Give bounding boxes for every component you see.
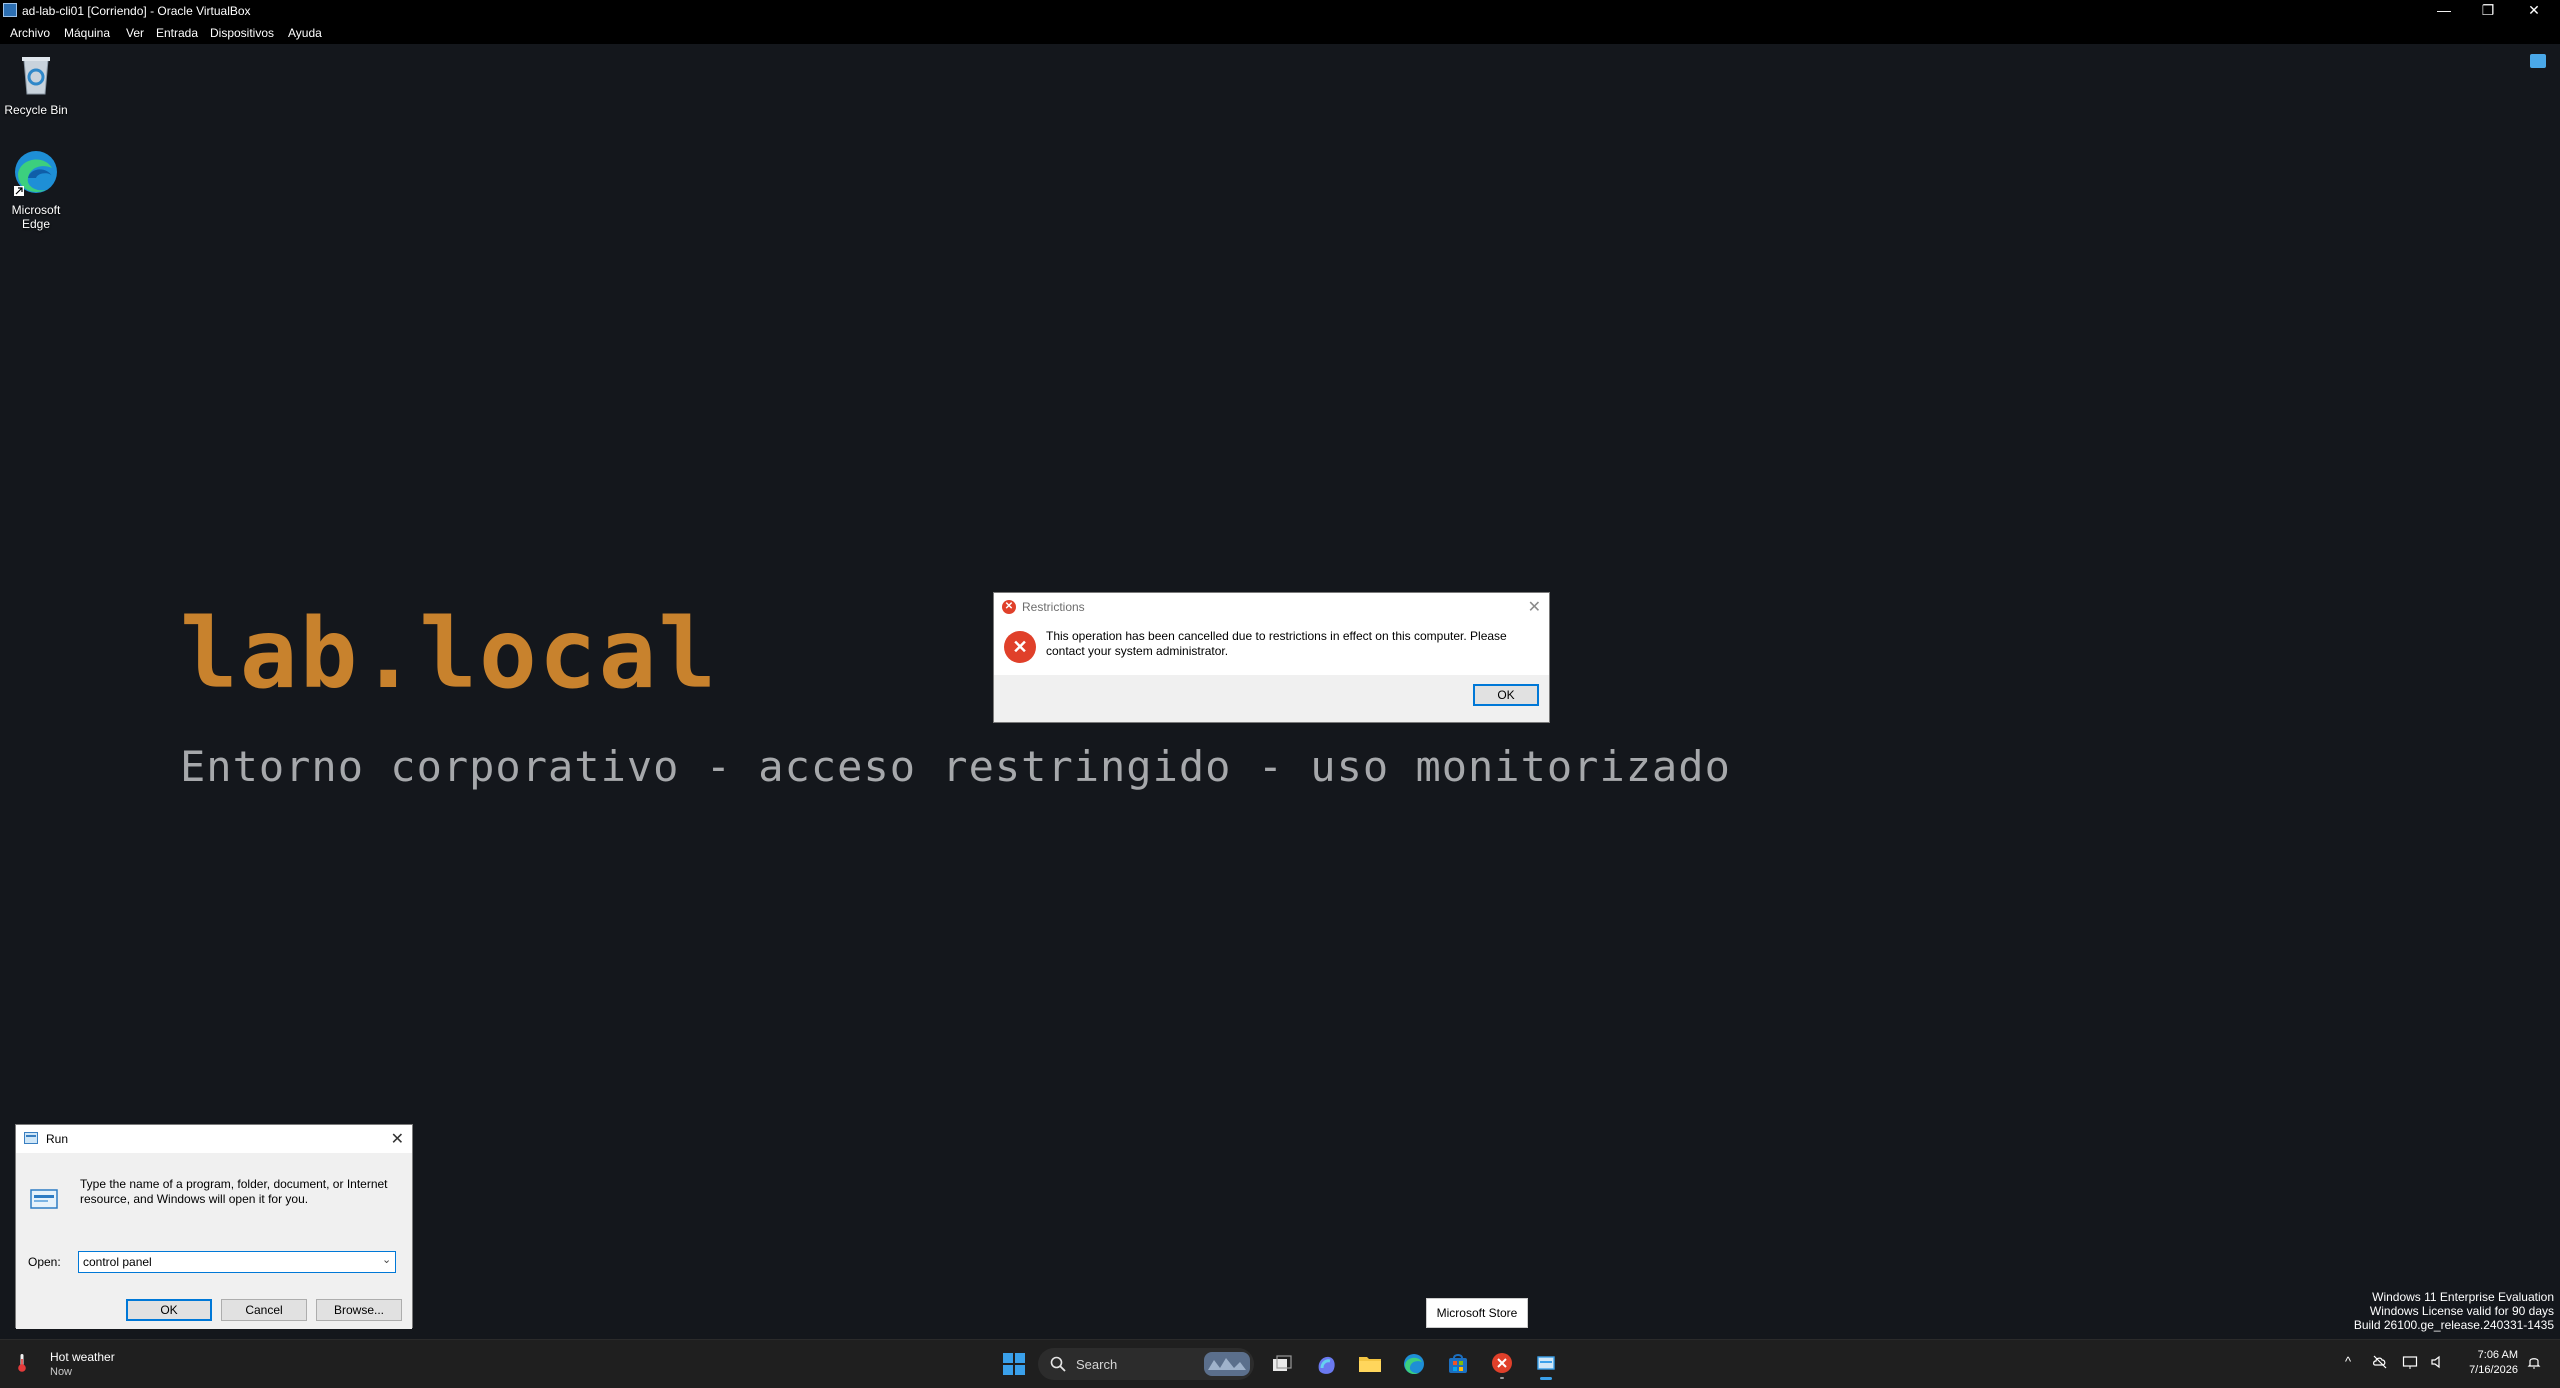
taskbar-search[interactable]: Search xyxy=(1038,1348,1254,1380)
run-description: Type the name of a program, folder, docu… xyxy=(80,1177,388,1206)
run-cancel-button[interactable]: Cancel xyxy=(221,1299,307,1321)
run-close-button[interactable]: ✕ xyxy=(391,1129,404,1149)
restrictions-ok-button[interactable]: OK xyxy=(1473,684,1539,706)
edge-taskbar-button[interactable] xyxy=(1397,1348,1431,1380)
volume-icon[interactable] xyxy=(2428,1354,2448,1374)
run-open-input[interactable] xyxy=(78,1251,396,1273)
vbox-titlebar: ad-lab-cli01 [Corriendo] - Oracle Virtua… xyxy=(0,0,2560,22)
windows-watermark: Windows 11 Enterprise Evaluation Windows… xyxy=(2354,1290,2554,1332)
window-title: ad-lab-cli01 [Corriendo] - Oracle Virtua… xyxy=(22,4,251,18)
search-placeholder: Search xyxy=(1076,1357,1118,1372)
run-open-label: Open: xyxy=(28,1255,61,1269)
restore-button[interactable]: ❐ xyxy=(2468,0,2508,22)
vbox-menubar: Archivo Máquina Ver Entrada Dispositivos… xyxy=(0,22,2560,44)
run-titlebar: Run ✕ xyxy=(16,1125,412,1153)
weather-subtitle: Now xyxy=(50,1366,73,1378)
store-tooltip: Microsoft Store xyxy=(1426,1298,1528,1328)
run-title: Run xyxy=(46,1132,69,1146)
notification-icon[interactable] xyxy=(2530,54,2546,68)
close-button[interactable]: ✕ xyxy=(2514,0,2554,22)
edge-taskbar-icon xyxy=(1404,1354,1424,1375)
task-view-button[interactable] xyxy=(1264,1348,1298,1380)
recycle-bin-label: Recycle Bin xyxy=(4,103,68,117)
store-icon xyxy=(1449,1354,1467,1373)
error-taskbar-button[interactable] xyxy=(1485,1348,1519,1380)
desktop-icon-recycle-bin[interactable]: Recycle Bin xyxy=(0,52,72,117)
menu-dispositivos[interactable]: Dispositivos xyxy=(210,26,274,40)
weather-title: Hot weather xyxy=(50,1350,115,1364)
brand-title: lab.local xyxy=(180,598,719,710)
clock-date: 7/16/2026 xyxy=(2469,1364,2518,1376)
run-small-icon xyxy=(24,1132,38,1144)
file-explorer-button[interactable] xyxy=(1353,1348,1387,1380)
folder-icon xyxy=(1359,1357,1381,1372)
search-icon xyxy=(1050,1356,1066,1372)
error-taskbar-icon xyxy=(1492,1353,1512,1379)
menu-archivo[interactable]: Archivo xyxy=(10,26,50,40)
copilot-icon xyxy=(1318,1356,1335,1374)
watermark-line-3: Build 26100.ge_release.240331-1435 xyxy=(2353,1318,2554,1332)
restrictions-footer: OK xyxy=(994,675,1549,722)
restrictions-dialog: ✕ Restrictions ✕ ✕ This operation has be… xyxy=(993,592,1550,723)
recycle-bin-icon xyxy=(22,57,50,95)
clock[interactable]: 7:06 AM 7/16/2026 xyxy=(2469,1348,2518,1378)
search-highlight-icon xyxy=(1204,1352,1250,1376)
run-taskbar-icon xyxy=(1537,1356,1555,1380)
edge-label: Microsoft Edge xyxy=(11,203,61,231)
restrictions-titlebar: ✕ Restrictions ✕ xyxy=(994,593,1549,621)
windows-logo-icon xyxy=(1003,1353,1025,1375)
minimize-button[interactable]: — xyxy=(2424,0,2464,22)
taskbar: Hot weather Now Search ^ 7:06 AM 7/16/20… xyxy=(0,1339,2560,1388)
cloud-off-icon[interactable] xyxy=(2370,1354,2390,1374)
watermark-line-2: Windows License valid for 90 days xyxy=(2369,1304,2554,1318)
menu-maquina[interactable]: Máquina xyxy=(64,26,110,40)
restrictions-message: This operation has been cancelled due to… xyxy=(1046,629,1507,658)
run-ok-button[interactable]: OK xyxy=(126,1299,212,1321)
task-view-icon xyxy=(1273,1355,1292,1371)
error-small-icon: ✕ xyxy=(1002,600,1016,614)
run-browse-button[interactable]: Browse... xyxy=(316,1299,402,1321)
run-icon xyxy=(30,1189,58,1209)
brand-subtitle: Entorno corporativo - acceso restringido… xyxy=(180,742,1731,791)
menu-ver[interactable]: Ver xyxy=(126,26,144,40)
run-body: Type the name of a program, folder, docu… xyxy=(16,1153,412,1329)
error-icon: ✕ xyxy=(1004,631,1036,663)
edge-icon xyxy=(14,151,57,196)
menu-ayuda[interactable]: Ayuda xyxy=(288,26,322,40)
run-dropdown-icon[interactable]: ⌄ xyxy=(382,1253,391,1266)
notification-center-icon[interactable] xyxy=(2524,1354,2544,1374)
watermark-line-1: Windows 11 Enterprise Evaluation xyxy=(2372,1290,2554,1304)
clock-time: 7:06 AM xyxy=(2477,1349,2518,1361)
run-taskbar-button[interactable] xyxy=(1529,1348,1563,1380)
restrictions-close-button[interactable]: ✕ xyxy=(1528,597,1541,617)
network-icon[interactable] xyxy=(2400,1354,2420,1374)
thermometer-icon xyxy=(18,1354,26,1372)
run-dialog: Run ✕ Type the name of a program, folder… xyxy=(15,1124,413,1329)
desktop-icon-edge[interactable]: Microsoft Edge xyxy=(0,148,72,231)
copilot-button[interactable] xyxy=(1309,1348,1343,1380)
restrictions-content: ✕ This operation has been cancelled due … xyxy=(994,621,1549,675)
restrictions-title: Restrictions xyxy=(1022,600,1085,614)
tray-chevron-icon[interactable]: ^ xyxy=(2338,1354,2358,1374)
start-button[interactable] xyxy=(997,1348,1031,1380)
virtualbox-app-icon xyxy=(3,3,17,17)
store-taskbar-button[interactable] xyxy=(1441,1348,1475,1380)
menu-entrada[interactable]: Entrada xyxy=(156,26,198,40)
